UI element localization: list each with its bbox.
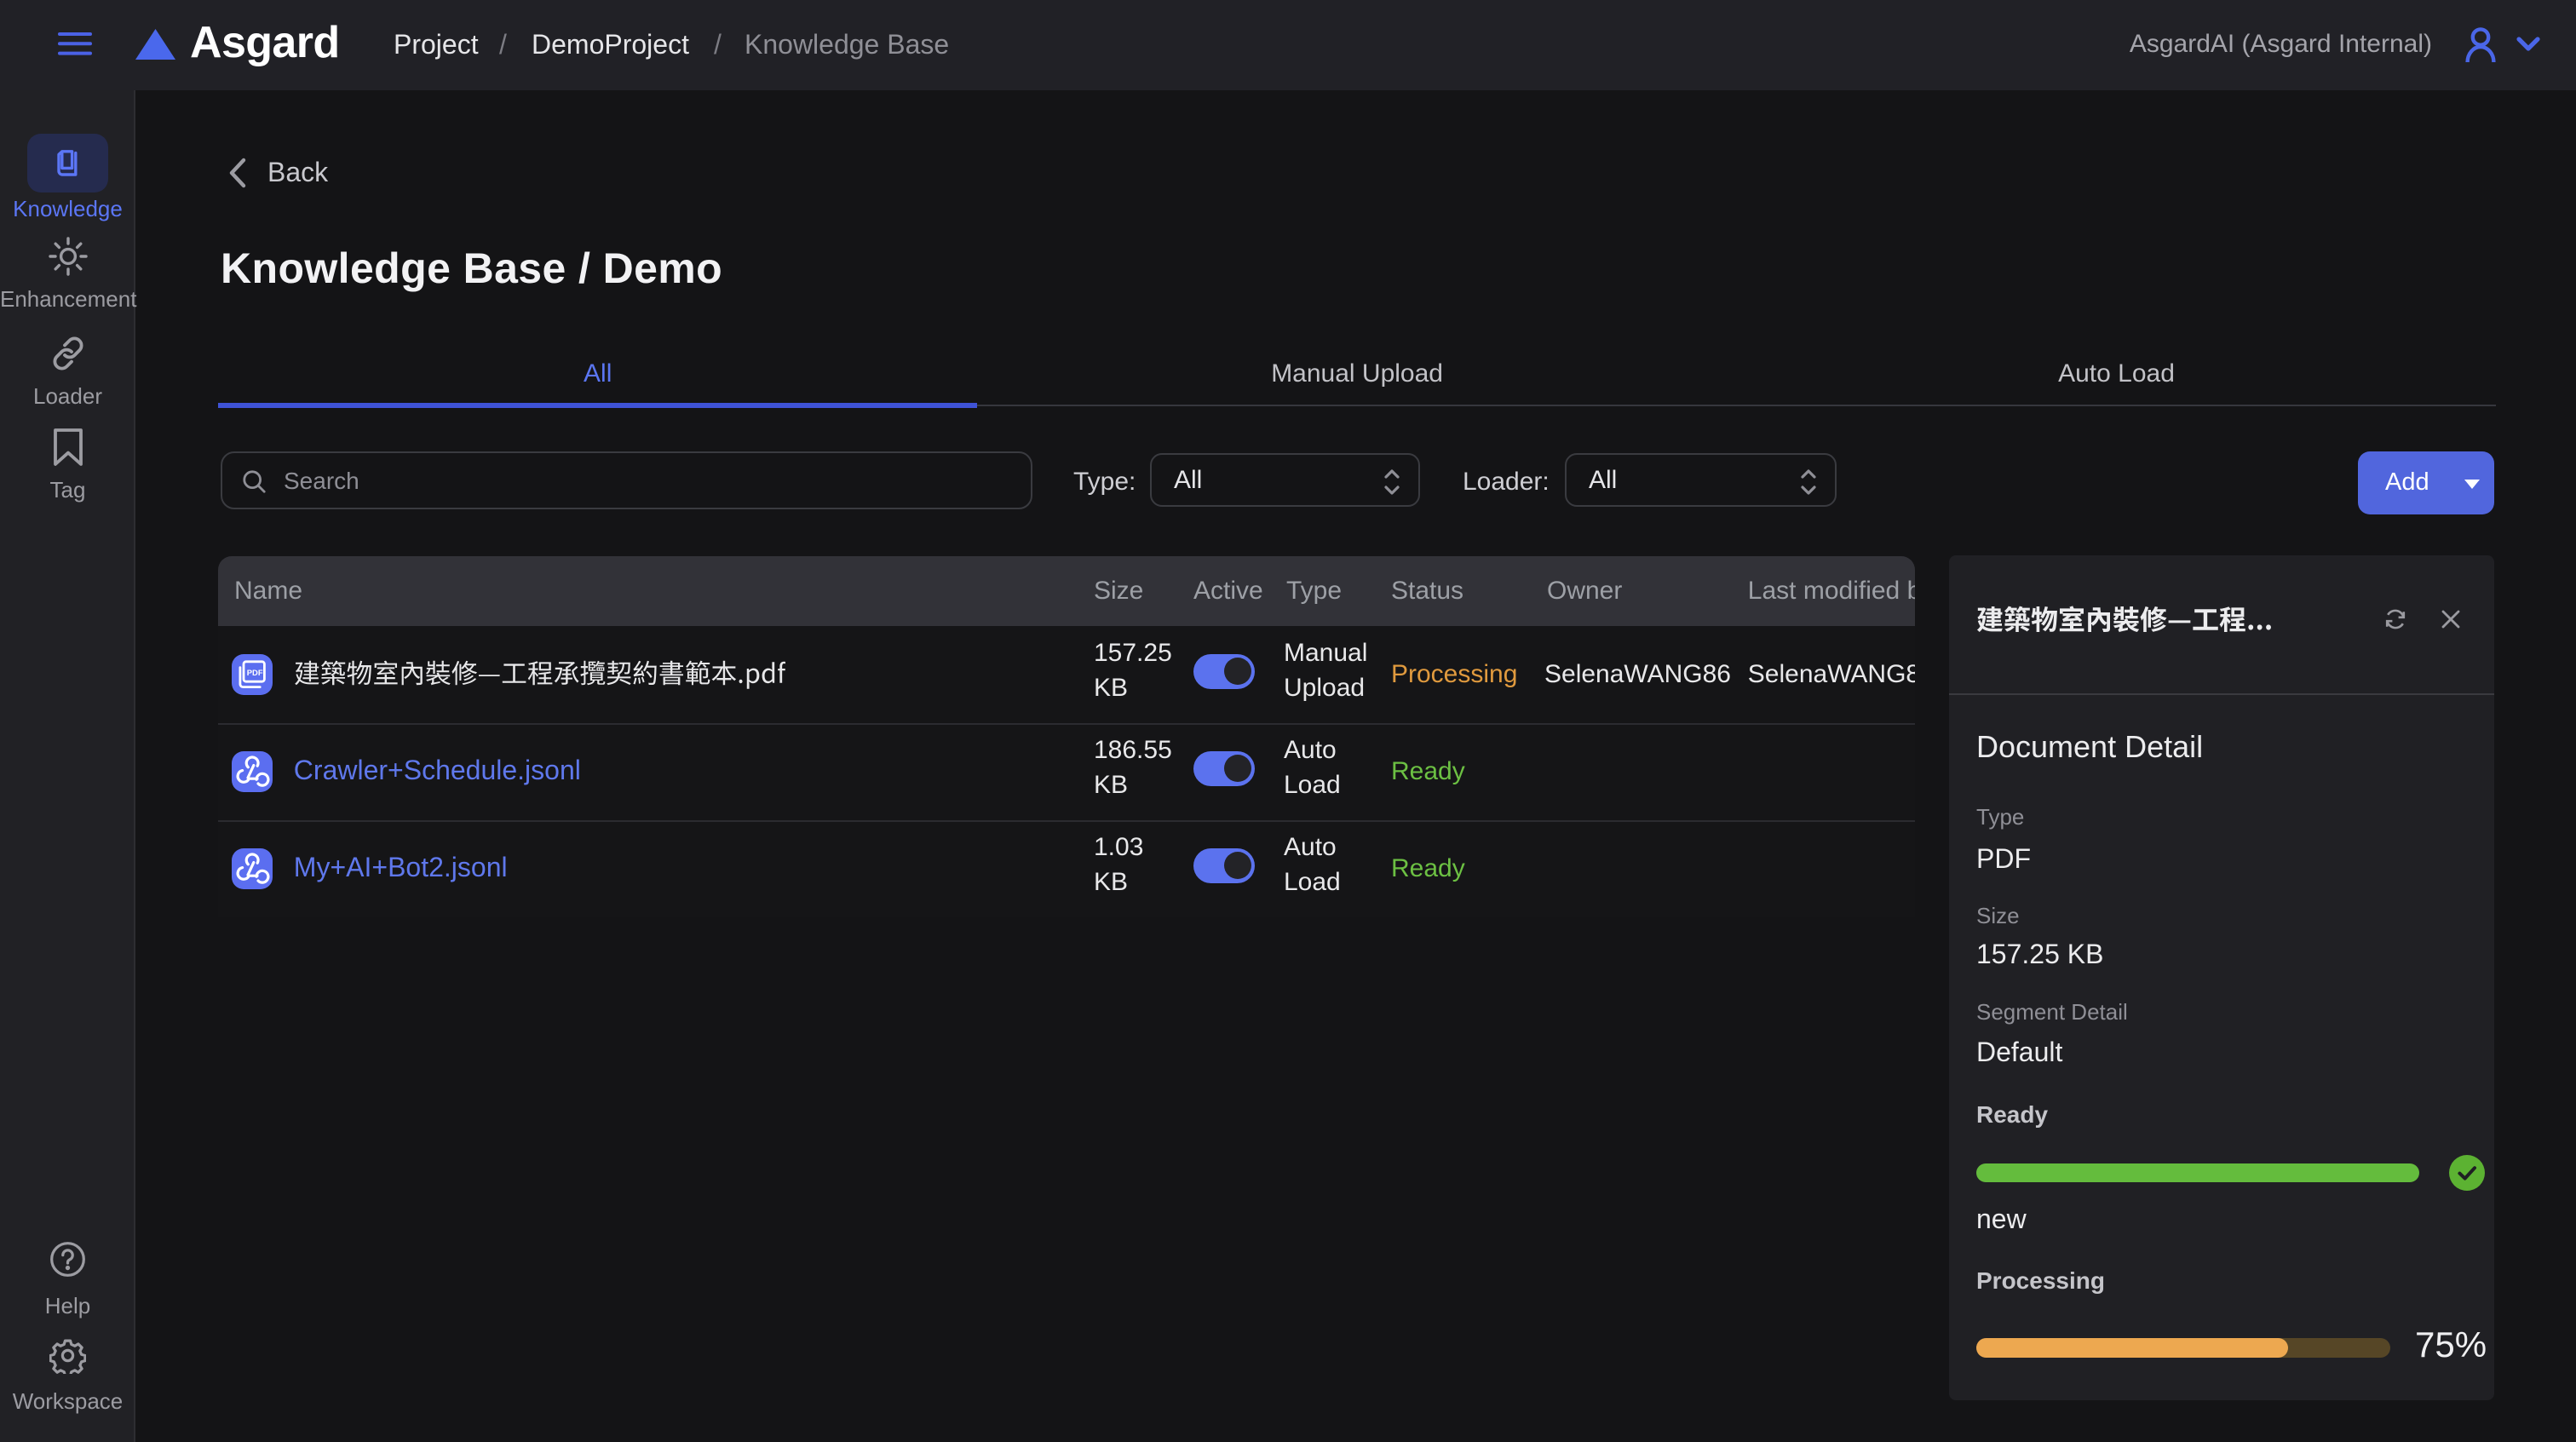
svg-text:PDF: PDF — [247, 668, 263, 677]
